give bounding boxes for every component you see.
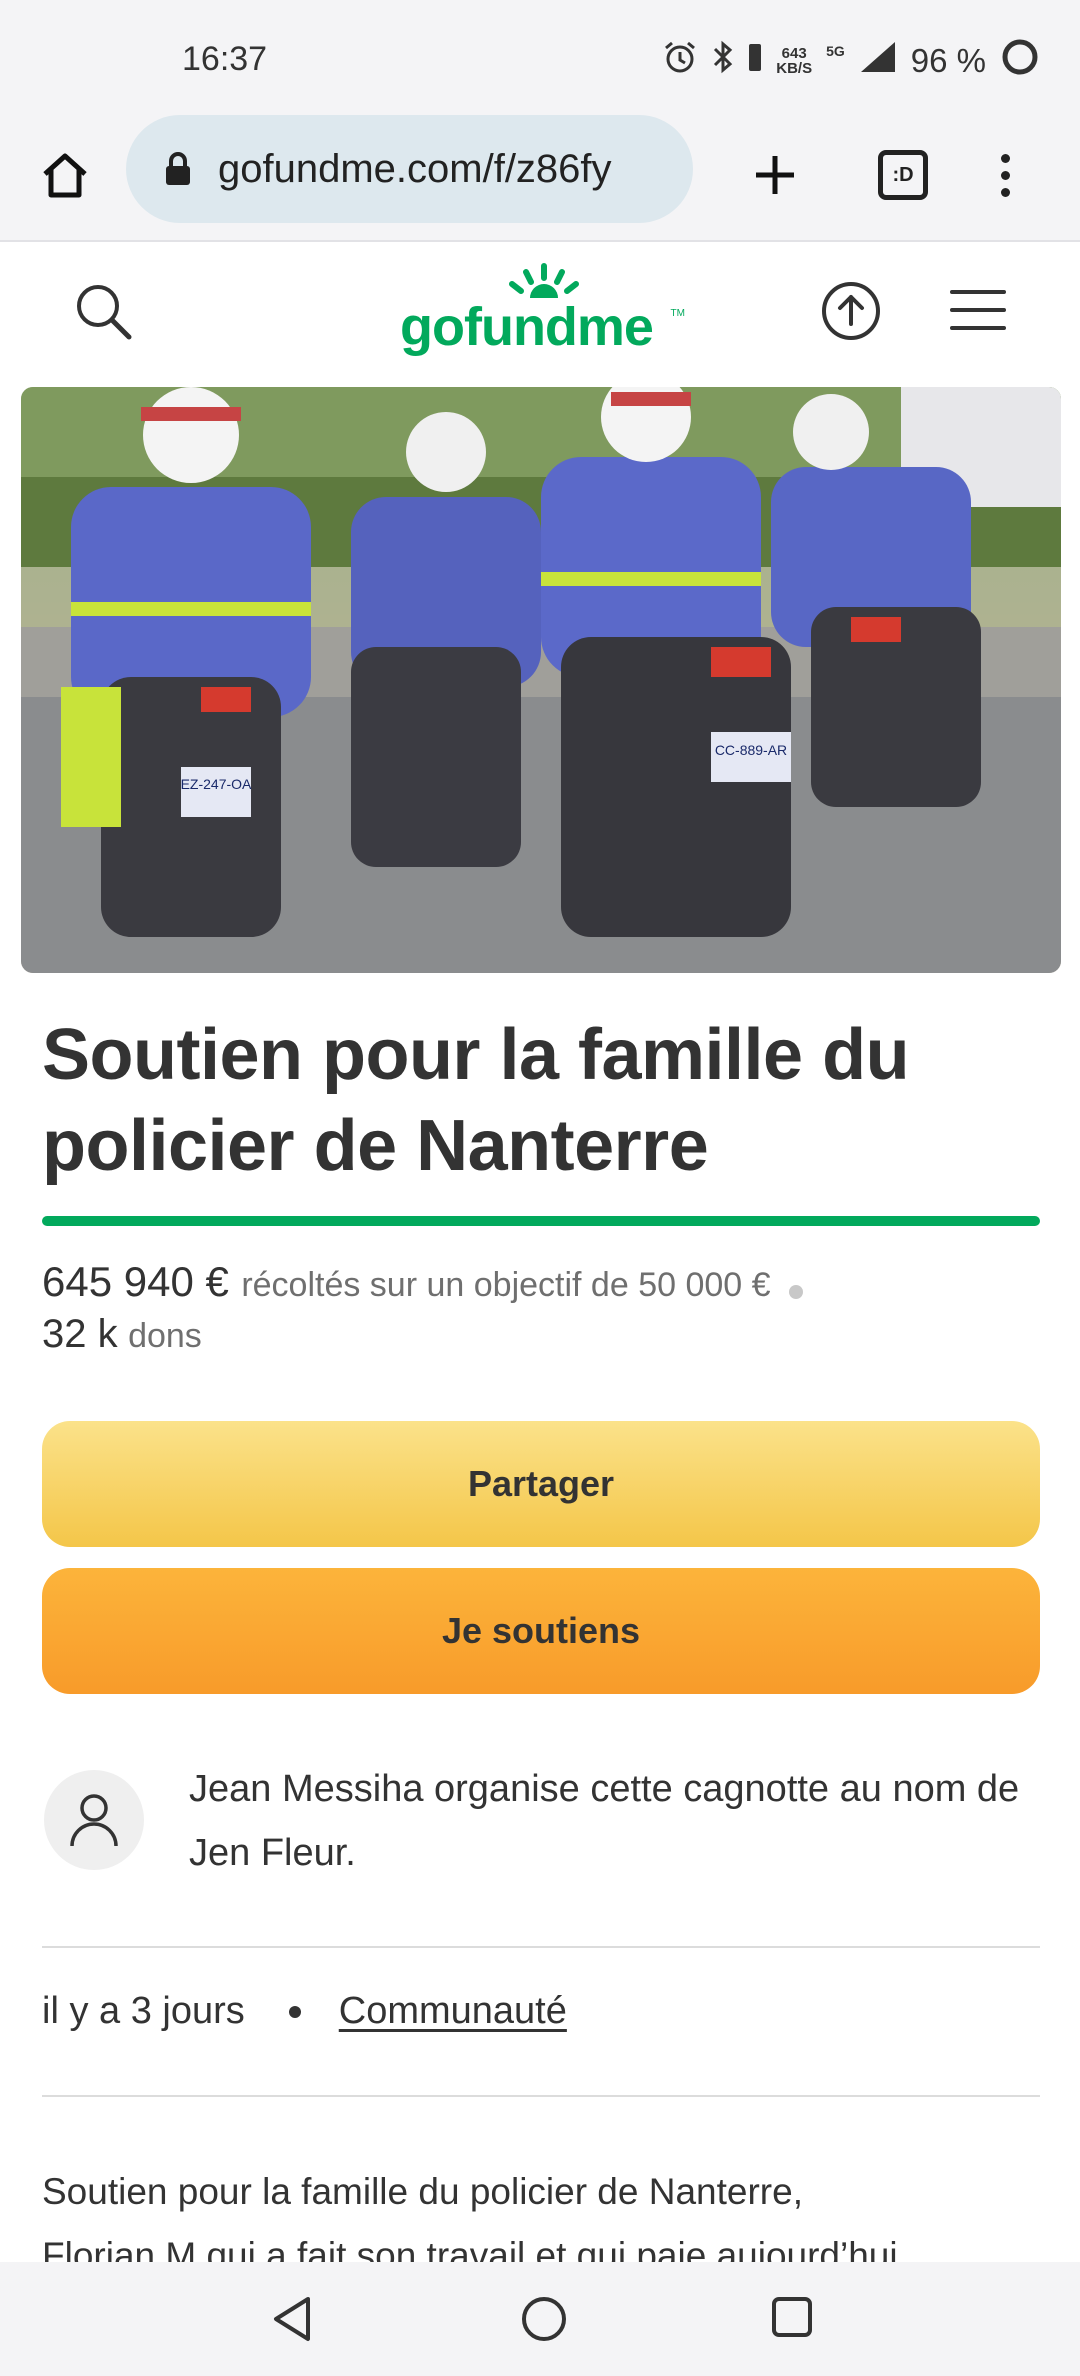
- status-icons: 643 KB/S 5G 96 %: [662, 36, 1040, 86]
- tabs-icon[interactable]: :D: [868, 135, 938, 215]
- progress-fill: [42, 1216, 1040, 1226]
- browser-toolbar: gofundme.com/f/z86fy :D: [0, 110, 1080, 242]
- speed-unit: KB/S: [776, 60, 813, 77]
- logo-trademark: TM: [670, 308, 685, 319]
- status-bar: 16:37 643 KB/S 5G 96 %: [0, 0, 1080, 110]
- search-icon[interactable]: [72, 280, 134, 347]
- bluetooth-icon: [712, 40, 734, 82]
- battery-percent: 96 %: [910, 42, 986, 79]
- speed-indicator: 643 KB/S: [776, 46, 812, 76]
- tabs-count[interactable]: :D: [878, 150, 928, 200]
- battery-icon: [1000, 37, 1040, 85]
- story-line: Soutien pour la famille du policier de N…: [42, 2171, 803, 2212]
- donations-count: 32 k: [42, 1312, 118, 1356]
- alarm-icon: [662, 39, 698, 83]
- home-circle-icon[interactable]: [520, 2295, 568, 2348]
- share-button[interactable]: Partager: [42, 1421, 1040, 1547]
- campaign-meta: il y a 3 jours Communauté: [42, 1990, 567, 2033]
- home-icon[interactable]: [30, 135, 100, 215]
- logo-text: gofundme: [400, 297, 654, 357]
- separator-dot: [789, 1284, 803, 1299]
- user-icon: [70, 1794, 118, 1847]
- battery-small-icon: [748, 42, 762, 80]
- avatar[interactable]: [44, 1770, 144, 1870]
- organizer-text: Jean Messiha organise cette cagnotte au …: [189, 1768, 1020, 1874]
- new-tab-plus-icon[interactable]: [740, 135, 810, 215]
- logo-sun-icon: [509, 263, 579, 298]
- lock-icon[interactable]: [164, 152, 192, 186]
- progress-bar: [42, 1216, 1040, 1226]
- category-link[interactable]: Communauté: [339, 1990, 567, 2033]
- address-bar[interactable]: gofundme.com/f/z86fy: [126, 115, 693, 223]
- amount-raised: 645 940 €: [42, 1258, 229, 1305]
- amount-raised-line: 645 940 € récoltés sur un objectif de 50…: [42, 1258, 803, 1306]
- divider: [42, 2095, 1040, 2097]
- divider: [42, 1946, 1040, 1948]
- license-plate-2-text: CC-889-AR: [715, 742, 787, 758]
- campaign-hero-image[interactable]: EZ-247-OA CC-889-AR: [21, 387, 1061, 973]
- network-type: 5G: [826, 43, 845, 59]
- signal-icon: [859, 40, 897, 82]
- system-nav-bar: [0, 2262, 1080, 2376]
- meta-separator: [288, 2005, 301, 2018]
- donate-button[interactable]: Je soutiens: [42, 1568, 1040, 1694]
- license-plate-1: [181, 767, 251, 817]
- more-vert-icon[interactable]: [975, 135, 1035, 215]
- license-plate-1-text: EZ-247-OA: [181, 776, 252, 792]
- campaign-title: Soutien pour la famille du policier de N…: [42, 1015, 910, 1186]
- gofundme-logo[interactable]: gofundme TM: [400, 262, 685, 362]
- created-date: il y a 3 jours: [42, 1990, 245, 2032]
- url-text[interactable]: gofundme.com/f/z86fy: [218, 147, 612, 192]
- clock: 16:37: [182, 40, 268, 78]
- site-header: gofundme TM: [0, 242, 1080, 382]
- back-icon[interactable]: [270, 2295, 316, 2348]
- speed-value: 643: [781, 45, 807, 62]
- donations-label: dons: [128, 1317, 202, 1355]
- donations-line: 32 k dons: [42, 1312, 202, 1357]
- goal-text: récoltés sur un objectif de 50 000 €: [241, 1266, 771, 1304]
- share-upload-icon[interactable]: [820, 280, 882, 347]
- recents-icon[interactable]: [770, 2295, 814, 2344]
- menu-icon[interactable]: [950, 290, 1006, 330]
